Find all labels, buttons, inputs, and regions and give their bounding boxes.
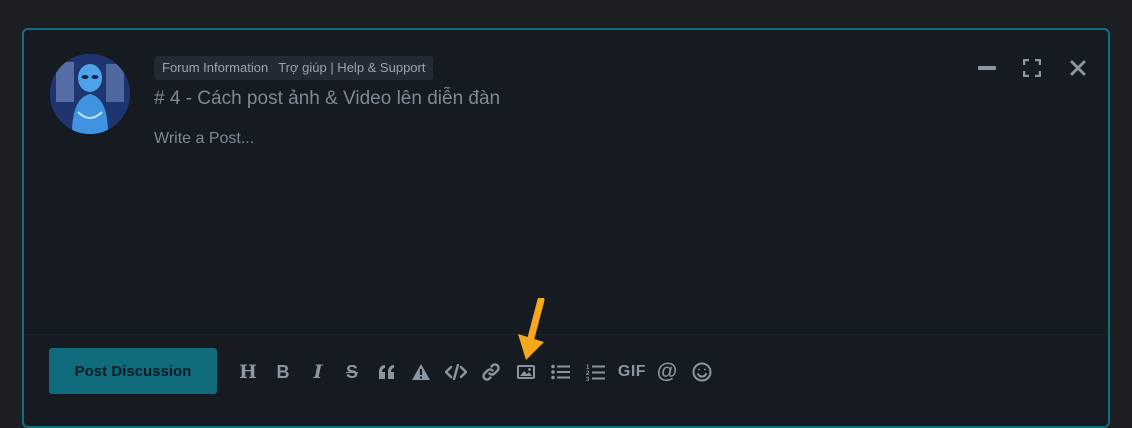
quote-icon[interactable] xyxy=(374,359,400,385)
tag-forum-information[interactable]: Forum Information xyxy=(154,56,273,80)
emoji-icon[interactable] xyxy=(689,359,715,385)
close-icon[interactable] xyxy=(1067,58,1089,78)
code-icon[interactable] xyxy=(443,359,469,385)
link-icon[interactable] xyxy=(478,359,504,385)
bold-icon[interactable]: B xyxy=(270,359,296,385)
discussion-title-input[interactable]: # 4 - Cách post ảnh & Video lên diễn đàn xyxy=(154,88,500,110)
discussion-composer: Forum Information Trợ giúp | Help & Supp… xyxy=(22,28,1110,428)
mention-icon[interactable]: @ xyxy=(654,359,680,385)
annotation-arrow xyxy=(514,296,554,365)
avatar xyxy=(50,54,130,134)
post-discussion-button[interactable]: Post Discussion xyxy=(49,348,217,394)
post-body-input[interactable]: Write a Post... xyxy=(154,130,254,148)
heading-icon[interactable]: H xyxy=(235,359,261,385)
tag-help-support[interactable]: Trợ giúp | Help & Support xyxy=(272,56,434,80)
strikethrough-icon[interactable]: S xyxy=(339,359,365,385)
spoiler-icon[interactable] xyxy=(408,359,434,385)
ordered-list-icon[interactable]: 1 2 3 xyxy=(583,359,609,385)
tag-list[interactable]: Forum Information Trợ giúp | Help & Supp… xyxy=(154,56,500,80)
fullscreen-icon[interactable] xyxy=(1021,58,1043,78)
toolbar-divider xyxy=(24,334,1108,335)
minimize-icon[interactable] xyxy=(976,58,998,78)
svg-text:3: 3 xyxy=(586,377,590,381)
italic-icon[interactable]: I xyxy=(305,359,331,385)
gif-icon[interactable]: GIF xyxy=(617,359,647,385)
composer-header: Forum Information Trợ giúp | Help & Supp… xyxy=(154,56,500,110)
